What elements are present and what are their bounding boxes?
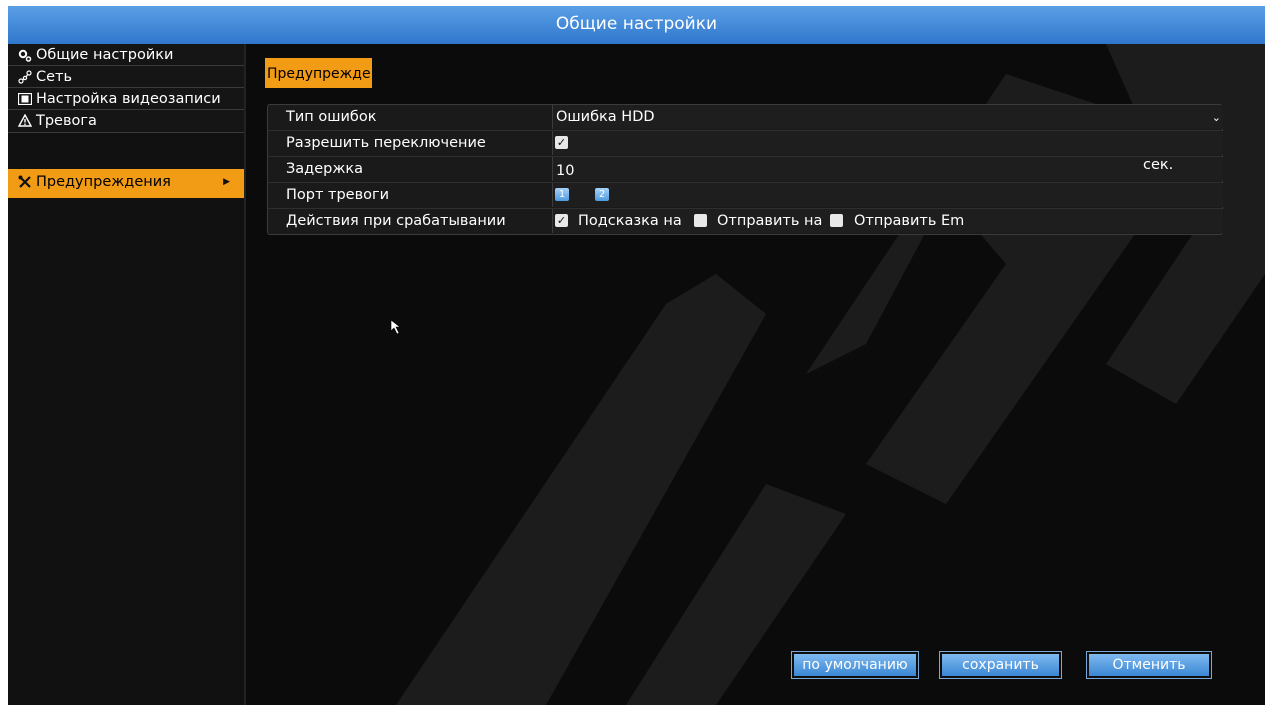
warning-triangle-icon xyxy=(17,110,34,132)
action-email-checkbox[interactable] xyxy=(830,214,843,227)
alarm-port-1-toggle[interactable]: 1 xyxy=(555,188,569,201)
allow-switch-checkbox[interactable]: ✓ xyxy=(555,136,568,149)
mouse-cursor-icon xyxy=(390,319,401,335)
action-email-label: Отправить Em xyxy=(854,213,965,229)
alarm-port-row: Порт тревоги 1 2 xyxy=(268,183,1223,209)
sidebar-item-general-settings[interactable]: Общие настройки xyxy=(8,44,244,66)
error-type-label: Тип ошибок xyxy=(286,109,377,125)
sidebar-item-warnings[interactable]: Предупреждения ▶ xyxy=(8,169,244,198)
cancel-button[interactable]: Отменить xyxy=(1086,651,1212,679)
sidebar-item-video-recording[interactable]: Настройка видеозаписи xyxy=(8,88,244,110)
action-hint-label: Подсказка на xyxy=(578,213,682,229)
action-hint-checkbox[interactable]: ✓ xyxy=(555,214,568,227)
actions-row: Действия при срабатывании ✓ Подсказка на… xyxy=(268,209,1223,234)
sidebar-item-label: Предупреждения xyxy=(36,174,171,190)
chevron-right-icon: ▶ xyxy=(223,177,230,187)
sidebar: Общие настройки Сеть Настройка видеозапи… xyxy=(8,44,246,705)
default-button[interactable]: по умолчанию xyxy=(791,651,919,679)
sidebar-item-label: Общие настройки xyxy=(36,47,174,63)
error-type-value: Ошибка HDD xyxy=(556,109,655,125)
action-send-checkbox[interactable] xyxy=(694,214,707,227)
film-icon xyxy=(17,88,34,110)
sidebar-item-label: Тревога xyxy=(36,113,97,129)
action-send-label: Отправить на xyxy=(717,213,823,229)
allow-switch-row: Разрешить переключение ✓ xyxy=(268,131,1223,157)
main-content: Предупрежде Тип ошибок Ошибка HDD ⌄ Разр… xyxy=(246,44,1265,705)
chevron-down-icon[interactable]: ⌄ xyxy=(1212,105,1221,130)
delay-input[interactable]: 10 сек. xyxy=(552,157,1223,181)
tab-warnings[interactable]: Предупрежде xyxy=(265,58,372,88)
window-title: Общие настройки xyxy=(8,6,1265,44)
alarm-port-2-toggle[interactable]: 2 xyxy=(595,188,609,201)
sidebar-item-label: Настройка видеозаписи xyxy=(36,91,221,107)
sidebar-item-network[interactable]: Сеть xyxy=(8,66,244,88)
delay-value: 10 xyxy=(556,163,575,179)
alarm-port-label: Порт тревоги xyxy=(286,187,390,203)
delay-label: Задержка xyxy=(286,161,364,177)
tools-icon xyxy=(18,169,34,191)
gears-icon xyxy=(18,44,34,66)
error-type-select[interactable]: Ошибка HDD ⌄ xyxy=(552,105,1223,129)
actions-label: Действия при срабатывании xyxy=(286,213,506,229)
network-icon xyxy=(18,66,34,88)
sidebar-item-label: Сеть xyxy=(36,69,73,85)
save-button[interactable]: сохранить xyxy=(939,651,1062,679)
allow-switch-label: Разрешить переключение xyxy=(286,135,486,151)
delay-row: Задержка 10 сек. xyxy=(268,157,1223,183)
warnings-form: Тип ошибок Ошибка HDD ⌄ Разрешить перекл… xyxy=(267,104,1223,235)
settings-screen: Общие настройки Общие настройки Сеть Нас… xyxy=(8,6,1265,705)
sidebar-item-alarm[interactable]: Тревога xyxy=(8,110,244,133)
error-type-row: Тип ошибок Ошибка HDD ⌄ xyxy=(268,105,1223,131)
delay-unit: сек. xyxy=(1143,157,1174,173)
